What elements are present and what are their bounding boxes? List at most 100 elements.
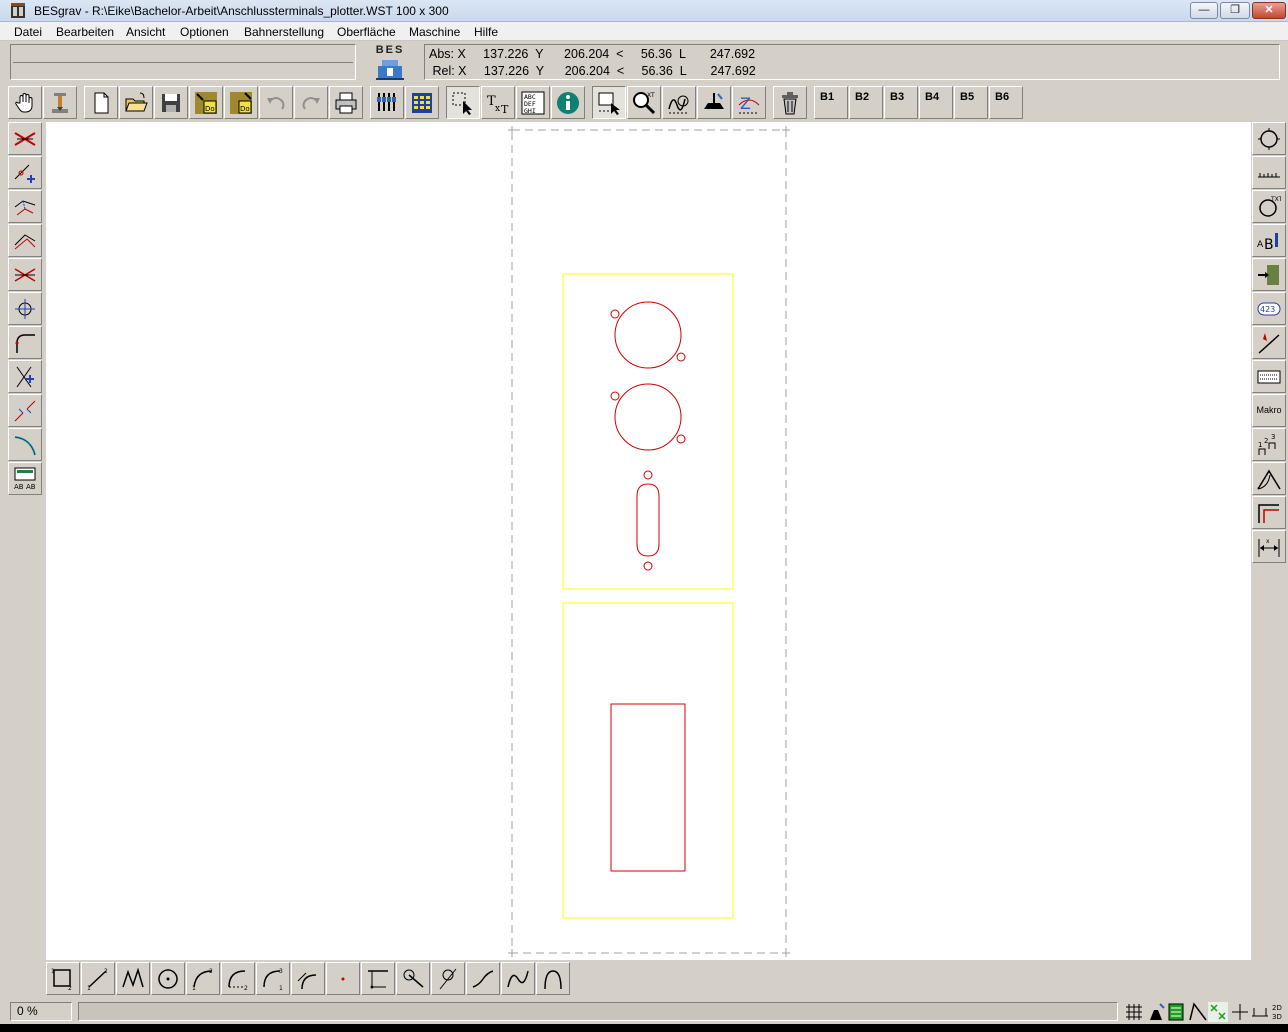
open-button[interactable] xyxy=(119,86,153,119)
grid-icon[interactable] xyxy=(1124,1002,1144,1022)
layer-icon[interactable] xyxy=(1166,1002,1186,1022)
export-button[interactable]: Do xyxy=(224,86,258,119)
save-button[interactable] xyxy=(154,86,188,119)
snap-icon[interactable] xyxy=(1146,1002,1166,1022)
arc-end-tool[interactable]: 13 xyxy=(256,962,290,995)
centerline-button[interactable] xyxy=(697,86,731,119)
macro-b1-button[interactable]: B1 xyxy=(814,86,848,119)
arc-center-tool[interactable]: 2 xyxy=(221,962,255,995)
menu-maschine[interactable]: Maschine xyxy=(409,25,460,39)
trim-tool[interactable] xyxy=(8,258,42,291)
menu-datei[interactable]: Datei xyxy=(14,25,42,39)
text-replace-tool[interactable]: AB AB xyxy=(8,462,42,495)
tools-icon xyxy=(377,93,396,111)
new-button[interactable] xyxy=(84,86,118,119)
ortho-icon[interactable] xyxy=(1188,1002,1208,1022)
minimize-button[interactable]: — xyxy=(1190,2,1218,19)
close-button[interactable]: ✕ xyxy=(1252,2,1286,19)
import-graphic-tool[interactable] xyxy=(1252,258,1286,291)
crosshair-icon[interactable] xyxy=(1230,1002,1250,1022)
redo-button[interactable] xyxy=(294,86,328,119)
makro-tool[interactable]: Makro xyxy=(1252,394,1286,427)
macro-b6-button[interactable]: B6 xyxy=(989,86,1023,119)
dsub-cutout xyxy=(636,483,660,557)
zoom-all-button[interactable] xyxy=(662,86,696,119)
window-select-button[interactable] xyxy=(592,86,626,119)
delete-lines-tool[interactable] xyxy=(8,122,42,155)
step-numbering-tool[interactable]: 123 xyxy=(1252,428,1286,461)
numbering-tool[interactable]: 423 xyxy=(1252,292,1286,325)
screw-hole-2a xyxy=(610,391,620,401)
machine-button[interactable] xyxy=(43,86,77,119)
path-button[interactable]: Z xyxy=(732,86,766,119)
text-replace-icon: AB AB xyxy=(14,467,36,491)
add-point-tool[interactable] xyxy=(8,156,42,189)
svg-text:x: x xyxy=(1266,538,1270,545)
import-button[interactable]: Do xyxy=(189,86,223,119)
tools-button[interactable] xyxy=(370,86,404,119)
spline-tool[interactable] xyxy=(466,962,500,995)
move-points-tool[interactable] xyxy=(8,190,42,223)
undo-button[interactable] xyxy=(259,86,293,119)
circle-tool[interactable] xyxy=(1252,122,1286,155)
print-button[interactable] xyxy=(329,86,363,119)
maximize-button[interactable]: ❐ xyxy=(1220,2,1250,19)
view-2d-3d-icon[interactable]: 2D3D xyxy=(1268,1002,1288,1022)
tangent-circle-tool[interactable] xyxy=(396,962,430,995)
point-tool[interactable] xyxy=(326,962,360,995)
zoom-button[interactable]: XT xyxy=(627,86,661,119)
bezier-tool[interactable] xyxy=(501,962,535,995)
macro-b2-button[interactable]: B2 xyxy=(849,86,883,119)
menu-ansicht[interactable]: Ansicht xyxy=(126,25,165,39)
arc-3p-tool[interactable]: 12 xyxy=(186,962,220,995)
menu-bearbeiten[interactable]: Bearbeiten xyxy=(56,25,114,39)
arc-center-icon: 2 xyxy=(228,970,248,991)
curve-tool[interactable] xyxy=(8,428,42,461)
text-circle-tool[interactable]: TXT xyxy=(1252,190,1286,223)
ramp-tool[interactable] xyxy=(1252,462,1286,495)
cross-icon[interactable] xyxy=(1208,1002,1228,1022)
rectangular-cutout xyxy=(610,703,686,872)
screw-hole-2b xyxy=(676,434,686,444)
fillet-tool[interactable] xyxy=(8,326,42,359)
text-button[interactable]: TxT xyxy=(481,86,515,119)
join-tool[interactable] xyxy=(8,394,42,427)
line-2p-tool[interactable]: 12 xyxy=(81,962,115,995)
drawing-canvas[interactable] xyxy=(46,122,1251,960)
dimension-tool[interactable]: x xyxy=(1252,530,1286,563)
barcode-tool[interactable] xyxy=(1252,360,1286,393)
perpendicular-tool[interactable] xyxy=(361,962,395,995)
line-2p-icon: 12 xyxy=(87,968,108,991)
circle-tangent-tool[interactable] xyxy=(431,962,465,995)
main-toolbar: Do Do TxT ABC DEF GHI XT Z B1 B2 B3 B4 B… xyxy=(0,84,1288,120)
stretch-tool[interactable] xyxy=(8,224,42,257)
macro-b5-button[interactable]: B5 xyxy=(954,86,988,119)
macro-b4-button[interactable]: B4 xyxy=(919,86,953,119)
delete-button[interactable] xyxy=(773,86,807,119)
info-button[interactable] xyxy=(551,86,585,119)
menu-optionen[interactable]: Optionen xyxy=(180,25,229,39)
select-button[interactable] xyxy=(446,86,480,119)
intersect-tool[interactable] xyxy=(8,360,42,393)
rectangle-tool[interactable]: 21 xyxy=(46,962,80,995)
trim-icon xyxy=(14,268,36,282)
font-button[interactable]: ABC DEF GHI xyxy=(516,86,550,119)
menu-oberflaeche[interactable]: Oberfläche xyxy=(337,25,396,39)
svg-text:Do: Do xyxy=(205,105,215,113)
calculator-button[interactable] xyxy=(405,86,439,119)
offset-tool[interactable] xyxy=(1252,496,1286,529)
menu-bahnerstellung[interactable]: Bahnerstellung xyxy=(244,25,324,39)
dsub-screw-top xyxy=(643,470,653,480)
arc-chain-tool[interactable] xyxy=(536,962,570,995)
dimension-line-icon[interactable] xyxy=(1250,1002,1270,1022)
measure-tool[interactable] xyxy=(1252,156,1286,189)
line-tool[interactable] xyxy=(1252,326,1286,359)
macro-b3-button[interactable]: B3 xyxy=(884,86,918,119)
pan-button[interactable] xyxy=(8,86,42,119)
arc-tangent-tool[interactable] xyxy=(291,962,325,995)
polyline-tool[interactable] xyxy=(116,962,150,995)
rotate-tool[interactable] xyxy=(8,292,42,325)
engrave-text-tool[interactable]: AB xyxy=(1252,224,1286,257)
menu-hilfe[interactable]: Hilfe xyxy=(474,25,498,39)
circle-center-tool[interactable] xyxy=(151,962,185,995)
